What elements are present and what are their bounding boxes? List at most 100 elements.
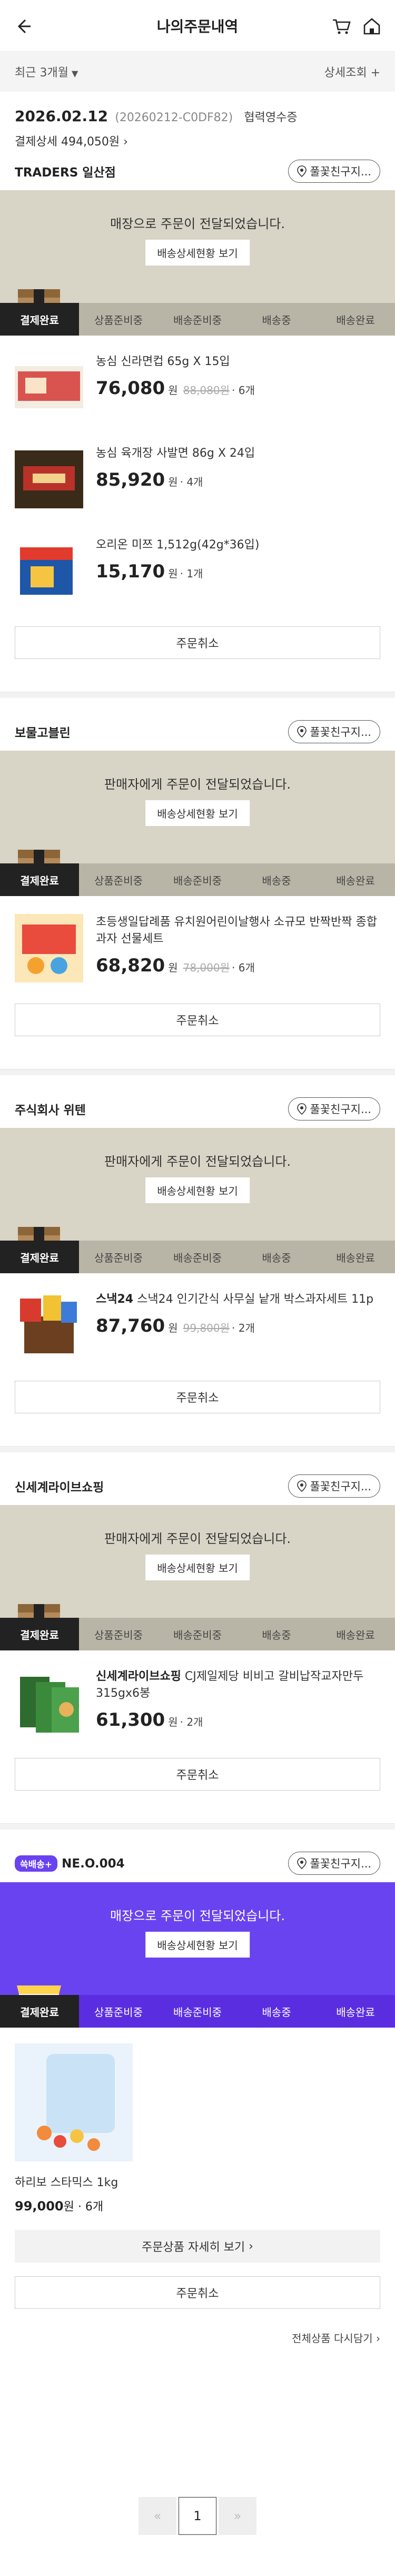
product-image xyxy=(15,914,83,982)
list-item[interactable]: 오리온 미쯔 1,512g(42g*36입) 15,170 원 · 1개 xyxy=(15,519,380,611)
product-image xyxy=(15,450,83,508)
product-name: 농심 육개장 사발면 86g X 24입 xyxy=(96,447,255,460)
list-item[interactable]: 하리보 스타믹스 1kg 99,000원 · 6개 xyxy=(0,2028,395,2214)
product-price: 87,760 xyxy=(96,1315,165,1336)
status-message: 판매자에게 주문이 전달되었습니다. xyxy=(104,777,291,792)
ssg-delivery-badge: 쓱배송+ xyxy=(15,1855,58,1872)
product-name: 하리보 스타믹스 1kg xyxy=(15,2176,118,2189)
step-shipping: 배송중 xyxy=(262,313,291,327)
shop-name: 신세계라이브쇼핑 xyxy=(15,1481,104,1495)
item-list: 스낵24 스낵24 인기간식 사무실 낱개 박스과자세트 11p 87,760 원… xyxy=(0,1273,395,1365)
location-pin-icon xyxy=(297,1480,307,1492)
period-select[interactable]: 최근 3개월 ▼ xyxy=(15,63,78,80)
original-price: 88,080원 xyxy=(183,384,230,397)
gift-friend-button[interactable]: 풀꽃친구지... xyxy=(288,1852,380,1875)
step-shipping: 배송중 xyxy=(262,1628,291,1641)
step-preparing-product: 상품준비중 xyxy=(94,2005,143,2019)
payment-detail-link[interactable]: 결제상세 494,050원 › xyxy=(15,132,380,149)
step-payment-complete: 결제완료 xyxy=(0,863,79,896)
product-name: 신세계라이브쇼핑 CJ제일제당 비비고 갈비납작교자만두 315gx6봉 xyxy=(96,1670,364,1700)
product-quantity: · 4개 xyxy=(180,476,203,488)
product-quantity: · 2개 xyxy=(180,1716,203,1728)
cancel-order-button[interactable]: 주문취소 xyxy=(15,1004,380,1036)
step-shipping: 배송중 xyxy=(262,2005,291,2019)
step-preparing-shipping: 배송준비중 xyxy=(173,313,222,327)
gift-friend-button[interactable]: 풀꽃친구지... xyxy=(288,1474,380,1498)
product-image xyxy=(15,1291,83,1360)
list-item[interactable]: 농심 신라면컵 65g X 15입 76,080 원 88,080원 · 6개 xyxy=(15,336,380,427)
order-history-page: 나의주문내역 최근 3개월 ▼ 상세조회 + 2026.02.12 (202602… xyxy=(0,0,395,2576)
delivery-detail-button[interactable]: 배송상세현황 보기 xyxy=(145,240,250,266)
product-price: 61,300 xyxy=(96,1709,165,1731)
cancel-order-button[interactable]: 주문취소 xyxy=(15,2276,380,2309)
step-payment-complete: 결제완료 xyxy=(0,303,79,336)
list-item[interactable]: 초등생일답례품 유치원어린이날행사 소규모 반짝반짝 종합과자 선물세트 68,… xyxy=(15,896,380,988)
cancel-order-button[interactable]: 주문취소 xyxy=(15,1758,380,1791)
reorder-all-link[interactable]: 전체상품 다시담기 › xyxy=(0,2309,395,2345)
section-divider xyxy=(0,1069,395,1075)
delivery-detail-button[interactable]: 배송상세현황 보기 xyxy=(145,1555,250,1580)
shop-header: TRADERS 일산점 풀꽃친구지... xyxy=(0,152,395,190)
product-quantity: · 1개 xyxy=(180,567,203,580)
next-page-button[interactable]: » xyxy=(219,2497,256,2535)
caret-down-icon: ▼ xyxy=(71,68,78,78)
cancel-order-button[interactable]: 주문취소 xyxy=(15,1381,380,1413)
product-price: 76,080 xyxy=(96,378,165,399)
cancel-order-button[interactable]: 주문취소 xyxy=(15,626,380,659)
shop-header: 쓱배송+ NE.O.004 풀꽃친구지... xyxy=(0,1844,395,1882)
gift-friend-button[interactable]: 풀꽃친구지... xyxy=(288,160,380,183)
cart-icon[interactable] xyxy=(331,16,352,37)
shop-name: TRADERS 일산점 xyxy=(15,166,116,180)
product-image xyxy=(15,366,83,408)
current-page-number[interactable]: 1 xyxy=(179,2497,216,2535)
step-delivered: 배송완료 xyxy=(336,313,375,327)
order-progress-steps: 결제완료 상품준비중 배송준비중 배송중 배송완료 xyxy=(0,1618,395,1650)
filter-bar: 최근 3개월 ▼ 상세조회 + xyxy=(0,52,395,92)
delivery-detail-button[interactable]: 배송상세현황 보기 xyxy=(145,800,250,826)
location-pin-icon xyxy=(297,726,307,738)
detail-search-button[interactable]: 상세조회 + xyxy=(324,63,380,80)
gift-friend-button[interactable]: 풀꽃친구지... xyxy=(288,720,380,743)
pagination: « 1 » xyxy=(0,2497,395,2535)
step-delivered: 배송완료 xyxy=(336,1251,375,1264)
view-order-detail-button[interactable]: 주문상품 자세히 보기 › xyxy=(15,2230,380,2263)
item-list: 초등생일답례품 유치원어린이날행사 소규모 반짝반짝 종합과자 선물세트 68,… xyxy=(0,896,395,988)
delivery-detail-button[interactable]: 배송상세현황 보기 xyxy=(145,1177,250,1203)
step-payment-complete: 결제완료 xyxy=(0,1618,79,1650)
top-bar: 나의주문내역 xyxy=(0,0,395,52)
order-progress-steps: 결제완료 상품준비중 배송준비중 배송중 배송완료 xyxy=(0,303,395,336)
list-item[interactable]: 신세계라이브쇼핑 CJ제일제당 비비고 갈비납작교자만두 315gx6봉 61,… xyxy=(15,1650,380,1742)
section-divider xyxy=(0,1446,395,1452)
list-item[interactable]: 농심 육개장 사발면 86g X 24입 85,920 원 · 4개 xyxy=(15,427,380,519)
product-price: 85,920 xyxy=(96,469,165,490)
status-message: 판매자에게 주문이 전달되었습니다. xyxy=(104,1154,291,1169)
step-preparing-product: 상품준비중 xyxy=(94,874,143,887)
section-divider xyxy=(0,692,395,698)
list-item[interactable]: 스낵24 스낵24 인기간식 사무실 낱개 박스과자세트 11p 87,760 원… xyxy=(15,1273,380,1365)
step-delivered: 배송완료 xyxy=(336,1628,375,1641)
step-preparing-shipping: 배송준비중 xyxy=(173,1251,222,1264)
order-status-box: 매장으로 주문이 전달되었습니다. 배송상세현황 보기 결제완료 상품준비중 배… xyxy=(0,190,395,336)
delivery-detail-button[interactable]: 배송상세현황 보기 xyxy=(145,1932,250,1958)
gift-friend-button[interactable]: 풀꽃친구지... xyxy=(288,1097,380,1120)
order-status-box: 매장으로 주문이 전달되었습니다. 배송상세현황 보기 결제완료 상품준비중 배… xyxy=(0,1882,395,2028)
back-arrow-icon[interactable] xyxy=(13,16,34,37)
store-number: NE.O.004 xyxy=(62,1856,125,1871)
product-brand: 스낵24 xyxy=(96,1293,134,1306)
shop-header: 신세계라이브쇼핑 풀꽃친구지... xyxy=(0,1467,395,1505)
product-brand: 신세계라이브쇼핑 xyxy=(96,1670,181,1683)
product-price: 68,820 xyxy=(96,955,165,976)
step-preparing-shipping: 배송준비중 xyxy=(173,2005,222,2019)
home-icon[interactable] xyxy=(361,16,382,37)
product-price: 99,000 xyxy=(15,2199,64,2214)
product-image xyxy=(15,1668,83,1737)
prev-page-button[interactable]: « xyxy=(139,2497,176,2535)
status-message: 판매자에게 주문이 전달되었습니다. xyxy=(104,1531,291,1546)
order-progress-steps: 결제완료 상품준비중 배송준비중 배송중 배송완료 xyxy=(0,863,395,896)
product-image xyxy=(20,547,73,595)
order-status-box: 판매자에게 주문이 전달되었습니다. 배송상세현황 보기 결제완료 상품준비중 … xyxy=(0,751,395,896)
order-status-box: 판매자에게 주문이 전달되었습니다. 배송상세현황 보기 결제완료 상품준비중 … xyxy=(0,1128,395,1273)
item-list: 신세계라이브쇼핑 CJ제일제당 비비고 갈비납작교자만두 315gx6봉 61,… xyxy=(0,1650,395,1742)
step-preparing-product: 상품준비중 xyxy=(94,1251,143,1264)
receipt-link[interactable]: 협력영수증 xyxy=(244,111,297,124)
